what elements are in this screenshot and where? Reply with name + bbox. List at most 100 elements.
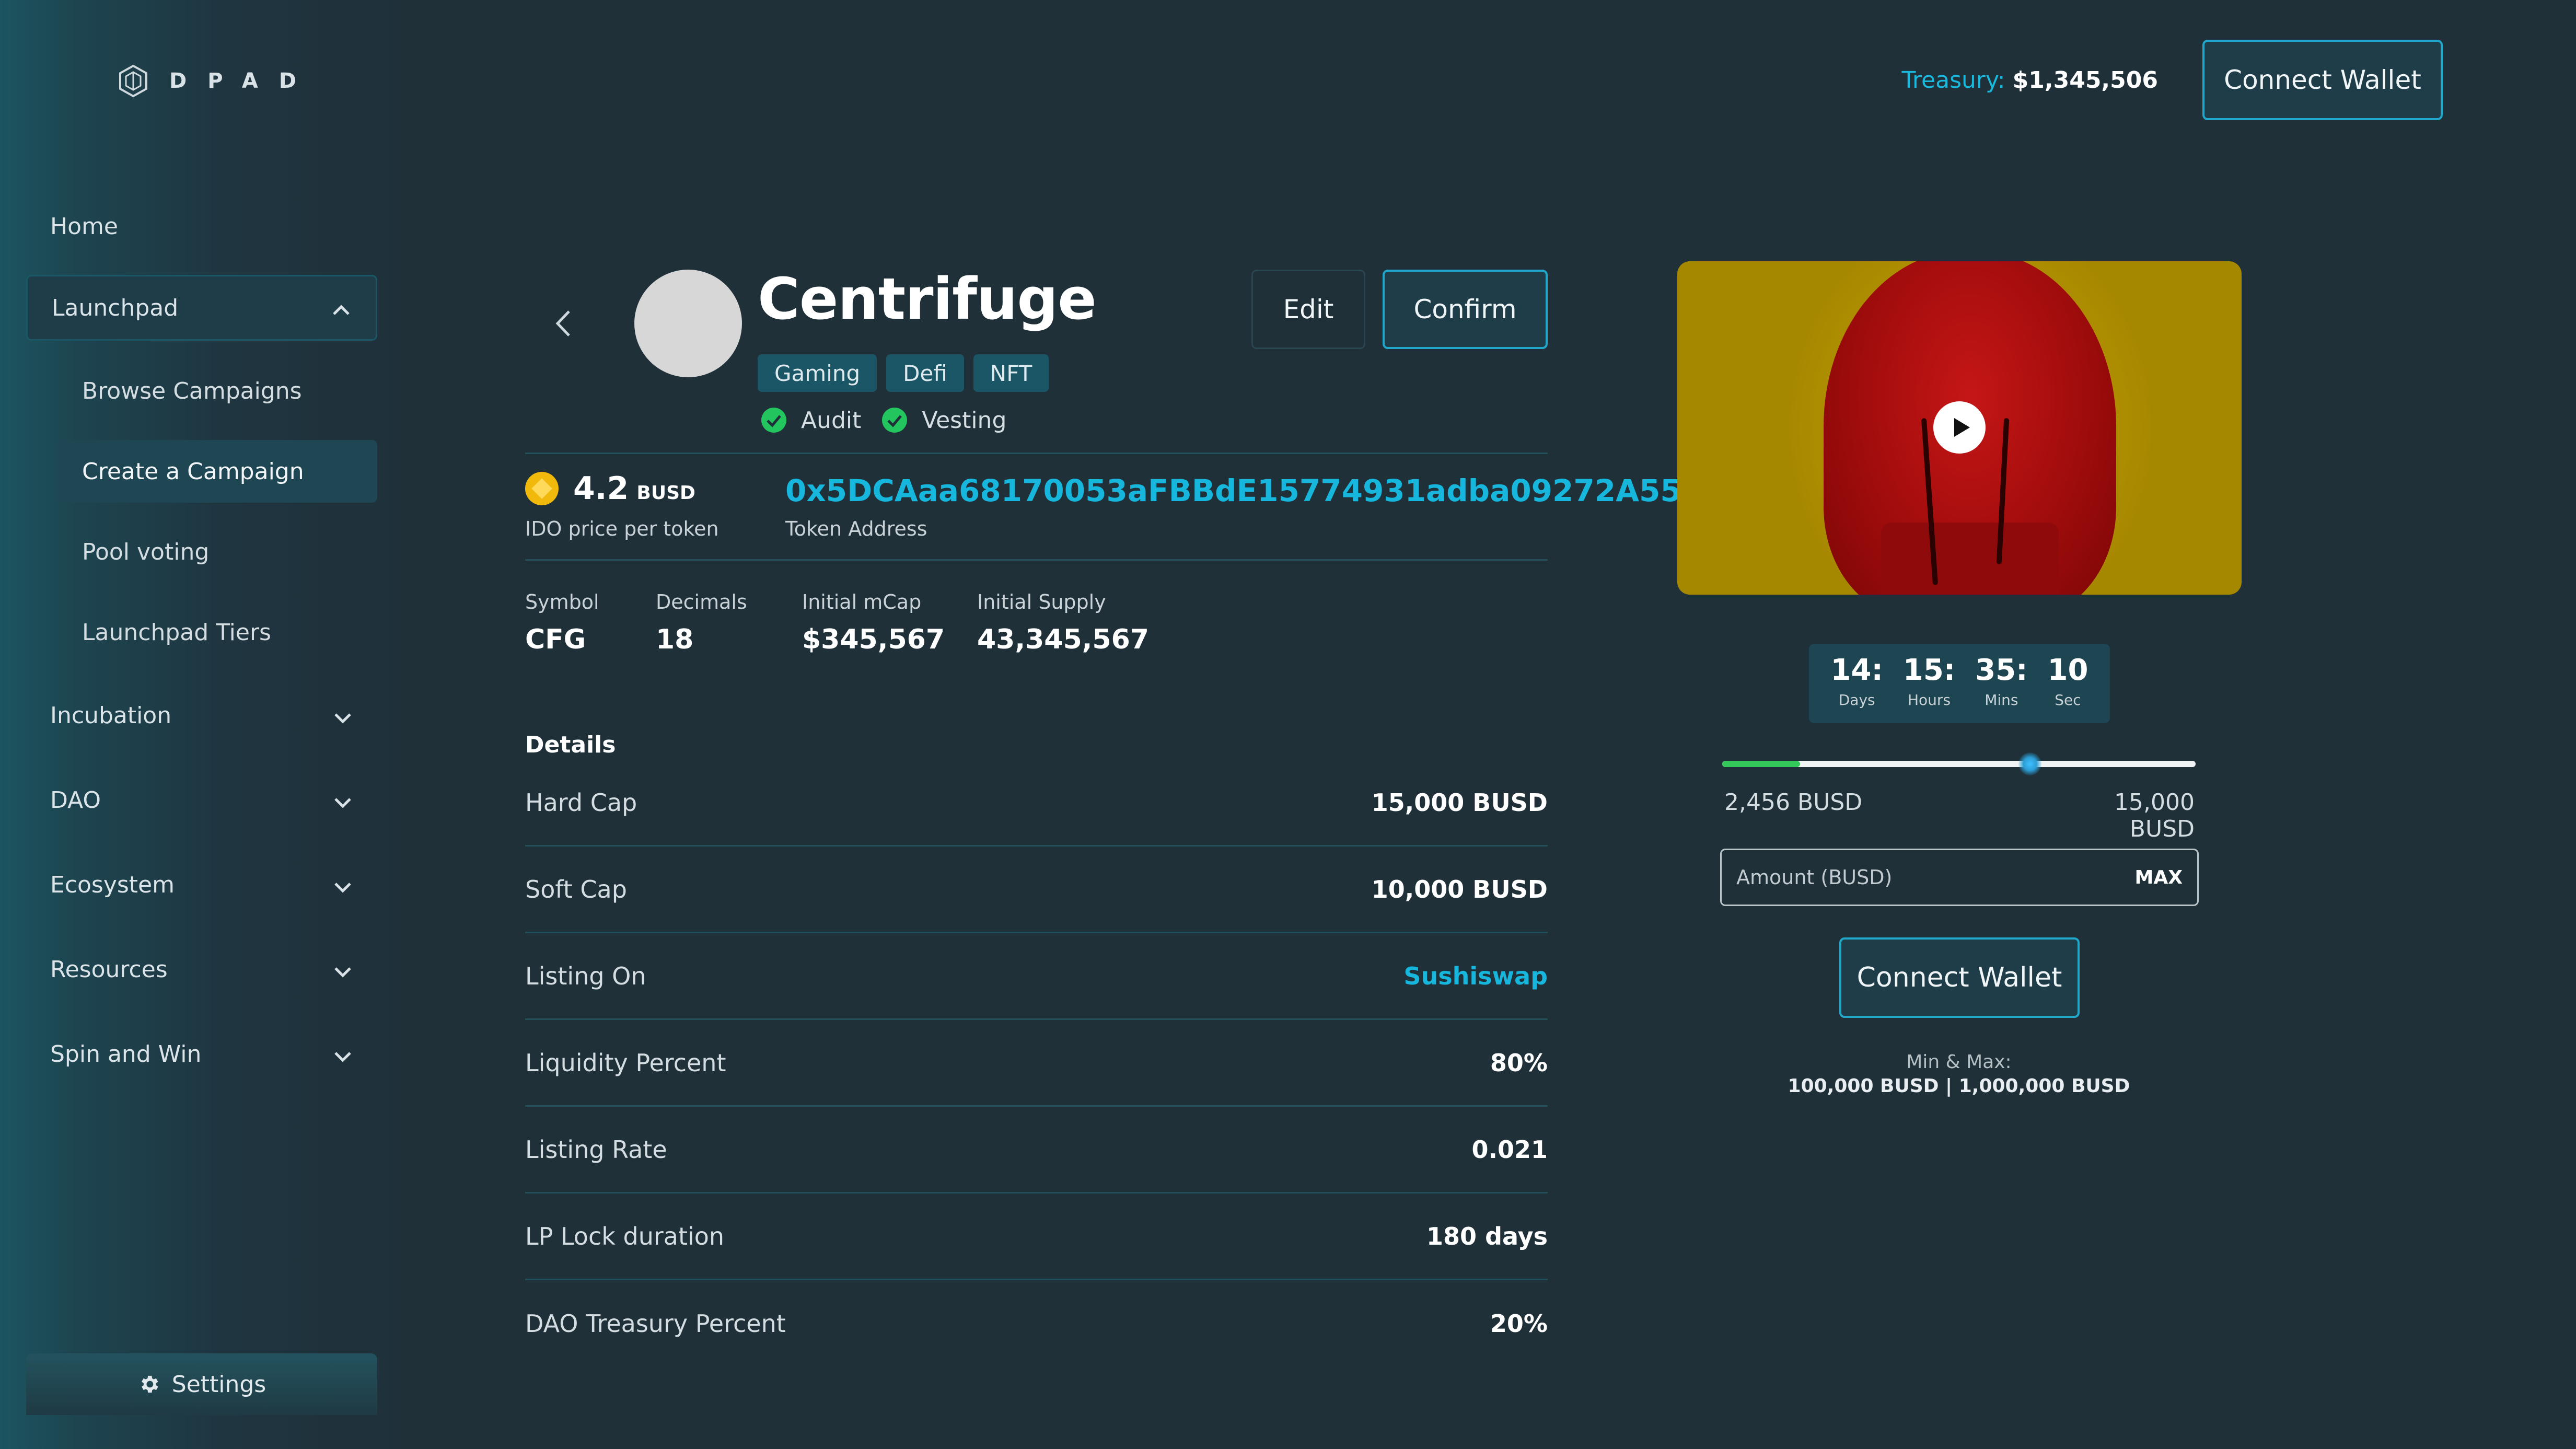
stat-value: $345,567 — [802, 624, 945, 655]
detail-value: 20% — [1490, 1309, 1548, 1338]
timer-sec: 10 Sec — [2048, 653, 2088, 723]
max-button[interactable]: MAX — [2135, 867, 2183, 888]
divider — [525, 453, 1548, 454]
connect-wallet-button[interactable]: Connect Wallet — [1839, 937, 2080, 1018]
project-tags: Gaming Defi NFT — [758, 354, 1049, 392]
audit-check: Audit — [760, 407, 861, 434]
amount-field[interactable]: MAX — [1720, 849, 2199, 906]
timer-unit: Days — [1838, 691, 1875, 709]
amount-input[interactable] — [1736, 866, 2135, 889]
min-max-value: 100,000 BUSD | 1,000,000 BUSD — [1788, 1075, 2130, 1097]
countdown-timer: 14: Days 15: Hours 35: Mins 10 Sec — [1809, 644, 2110, 723]
min-max-label: Min & Max: — [1906, 1051, 2012, 1073]
detail-label: Hard Cap — [525, 788, 637, 817]
detail-row-dao-treasury-percent: DAO Treasury Percent 20% — [525, 1280, 1548, 1367]
sidebar-item-label: Launchpad Tiers — [82, 619, 271, 646]
video-thumbnail-neck — [1881, 523, 2059, 595]
chevron-down-icon — [333, 960, 352, 979]
chevron-down-icon — [333, 1045, 352, 1063]
connect-wallet-header-button[interactable]: Connect Wallet — [2202, 40, 2443, 120]
sidebar-item-label: Spin and Win — [50, 1040, 202, 1068]
sidebar-item-label: Incubation — [50, 702, 172, 729]
detail-row-liquidity-percent: Liquidity Percent 80% — [525, 1020, 1548, 1107]
detail-label: Listing Rate — [525, 1135, 667, 1164]
sidebar-item-launchpad[interactable]: Launchpad — [26, 275, 377, 341]
sidebar: DPAD Home Launchpad Browse Campaigns Cre… — [0, 0, 413, 1449]
vesting-check: Vesting — [881, 407, 1006, 434]
detail-value: 0.021 — [1471, 1135, 1548, 1164]
progress-max-label: 15,000 BUSD — [2114, 789, 2195, 842]
token-address: 0x5DCAaa68170053aFBBdE15774931adba09272A… — [785, 473, 1721, 508]
sidebar-item-ecosystem[interactable]: Ecosystem — [26, 852, 377, 918]
sidebar-item-label: Pool voting — [82, 538, 210, 565]
stat-value: 18 — [656, 624, 694, 655]
sidebar-item-incubation[interactable]: Incubation — [26, 682, 377, 748]
treasury-value: $1,345,506 — [2012, 67, 2158, 94]
confirm-button[interactable]: Confirm — [1383, 270, 1548, 349]
stat-label: Symbol — [525, 590, 599, 613]
timer-value: 15: — [1902, 653, 1956, 687]
brand-logo[interactable]: DPAD — [116, 64, 317, 98]
stat-initial-supply: Initial Supply 43,345,567 — [977, 590, 1149, 655]
sidebar-item-resources[interactable]: Resources — [26, 936, 377, 1002]
listing-link[interactable]: Sushiswap — [1403, 962, 1548, 990]
sidebar-item-pool-voting[interactable]: Pool voting — [57, 520, 377, 583]
video-player[interactable] — [1677, 261, 2242, 595]
back-button[interactable] — [551, 307, 575, 340]
sidebar-item-home[interactable]: Home — [26, 193, 377, 259]
detail-row-lp-lock-duration: LP Lock duration 180 days — [525, 1193, 1548, 1280]
timer-value: 35: — [1975, 653, 2028, 687]
detail-label: Listing On — [525, 961, 646, 990]
detail-label: DAO Treasury Percent — [525, 1309, 786, 1338]
project-title: Centrifuge — [758, 265, 1097, 332]
price-value: 4.2 — [573, 470, 629, 507]
detail-row-soft-cap: Soft Cap 10,000 BUSD — [525, 847, 1548, 933]
token-address-value[interactable]: 0x5DCAaa68170053aFBBdE15774931adba09272A… — [785, 473, 1681, 508]
detail-value: 80% — [1490, 1048, 1548, 1077]
timer-mins: 35: Mins — [1975, 653, 2027, 723]
timer-hours: 15: Hours — [1903, 653, 1955, 723]
detail-label: Soft Cap — [525, 875, 627, 903]
stat-label: Initial Supply — [977, 590, 1106, 613]
sidebar-item-launchpad-tiers[interactable]: Launchpad Tiers — [57, 601, 377, 664]
play-icon[interactable] — [1933, 401, 1986, 454]
tag-gaming: Gaming — [758, 354, 877, 392]
sidebar-item-browse-campaigns[interactable]: Browse Campaigns — [57, 360, 377, 422]
divider — [525, 559, 1548, 561]
timer-value: 14: — [1830, 653, 1883, 687]
vesting-label: Vesting — [922, 407, 1007, 434]
chevron-left-icon — [555, 310, 570, 337]
cube-logo-icon — [119, 64, 147, 98]
tag-defi: Defi — [886, 354, 964, 392]
sidebar-item-label: Create a Campaign — [82, 458, 304, 485]
sidebar-item-dao[interactable]: DAO — [26, 767, 377, 833]
sidebar-item-create-campaign[interactable]: Create a Campaign — [57, 440, 377, 503]
stat-symbol: Symbol CFG — [525, 590, 599, 655]
stat-initial-mcap: Initial mCap $345,567 — [802, 590, 945, 655]
detail-row-listing-on: Listing On Sushiswap — [525, 933, 1548, 1020]
treasury-display: Treasury: $1,345,506 — [1902, 67, 2159, 94]
timer-unit: Hours — [1908, 691, 1951, 709]
detail-row-listing-rate: Listing Rate 0.021 — [525, 1107, 1548, 1193]
sidebar-item-spin-and-win[interactable]: Spin and Win — [26, 1021, 377, 1087]
price-unit: BUSD — [636, 482, 695, 504]
chevron-down-icon — [333, 791, 352, 809]
details-heading: Details — [525, 732, 616, 758]
edit-button[interactable]: Edit — [1251, 270, 1365, 349]
sidebar-item-label: Home — [50, 213, 118, 240]
gear-icon — [141, 1375, 158, 1393]
settings-label: Settings — [171, 1371, 266, 1398]
chevron-down-icon — [333, 875, 352, 894]
detail-row-hard-cap: Hard Cap 15,000 BUSD — [525, 760, 1548, 847]
detail-label: LP Lock duration — [525, 1222, 725, 1250]
sidebar-item-label: Ecosystem — [50, 871, 175, 898]
timer-unit: Sec — [2055, 691, 2081, 709]
stat-value: 43,345,567 — [977, 624, 1149, 655]
timer-days: 14: Days — [1831, 653, 1883, 723]
stat-decimals: Decimals 18 — [656, 590, 747, 655]
sidebar-item-label: Browse Campaigns — [82, 377, 302, 404]
detail-value: 10,000 BUSD — [1371, 875, 1548, 903]
tag-nft: NFT — [973, 354, 1049, 392]
ido-price: 4.2 BUSD — [525, 470, 695, 507]
settings-button[interactable]: Settings — [26, 1353, 377, 1415]
